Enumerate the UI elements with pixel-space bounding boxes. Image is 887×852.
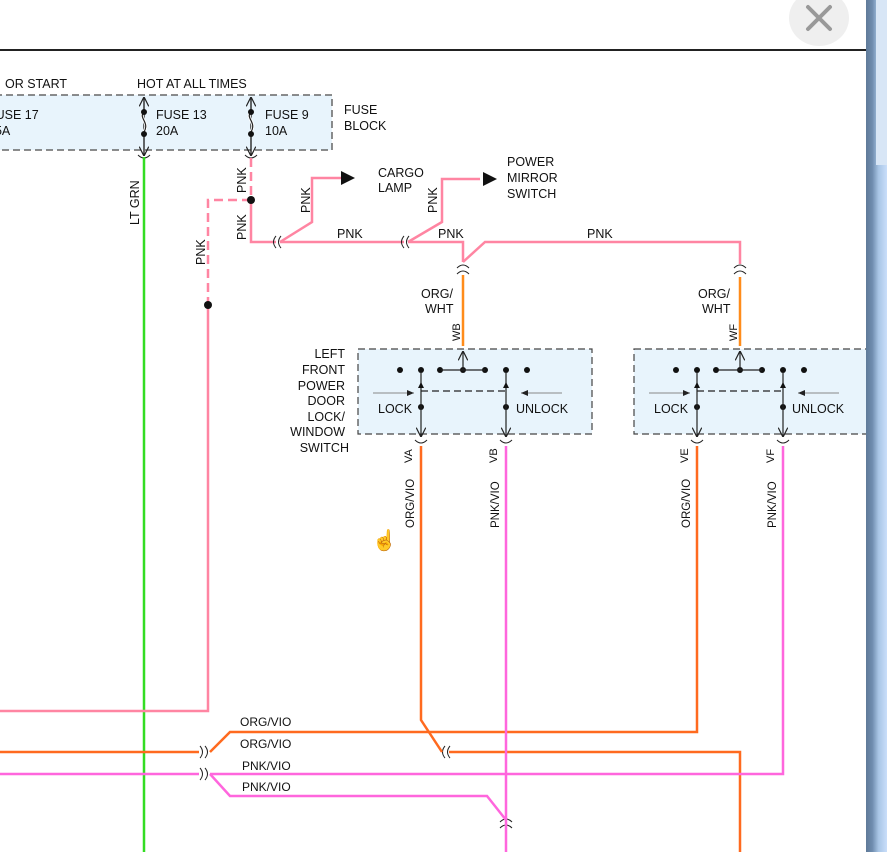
cargo-lamp-label: LAMP [378,181,412,195]
fuse-9-label: FUSE 9 [265,108,309,122]
pnk-vio-label: PNK/VIO [490,481,502,528]
pnk-label: PNK [194,239,208,265]
fuse-block-label: BLOCK [344,119,387,133]
cargo-lamp-label: CARGO [378,166,424,180]
connector-icon [137,154,258,159]
pnk-vio-label: PNK/VIO [242,759,291,773]
pin-label: WF [728,324,740,341]
org-wht-label: WHT [702,302,731,316]
fuse-block-label: FUSE [344,103,377,117]
pnk-vio-label: PNK/VIO [242,780,291,794]
fuse-13-rating: 20A [156,124,179,138]
pnk-label: PNK [438,227,464,241]
pnk-label: PNK [337,227,363,241]
pin-label: VE [679,448,691,463]
org-vio-label: ORG/VIO [240,715,291,729]
pnk-label: PNK [587,227,613,241]
close-icon [806,5,832,31]
hot-at-all-times-label: HOT AT ALL TIMES [137,77,247,91]
right-front-switch: LOCK UNLOCK [633,348,866,436]
pnk-label: PNK [426,187,440,213]
org-wht-label: ORG/ [421,287,453,301]
switch-name: DOOR [308,394,346,408]
org-wht-label: WHT [425,302,454,316]
pnk-label: PNK [299,187,313,213]
mirror-switch-label: POWER [507,155,554,169]
pnk-label: PNK [235,214,249,240]
mirror-switch-label: SWITCH [507,187,556,201]
fuse-9-rating: 10A [265,124,288,138]
left-front-switch: LOCK UNLOCK LEFT FRONT POWER DOOR LOCK/ … [290,347,593,455]
fuse-13-label: FUSE 13 [156,108,207,122]
cargo-lamp-arrow-icon [341,171,355,185]
org-vio-label: ORG/VIO [240,737,291,751]
pin-label: VF [765,449,777,463]
lock-label: LOCK [654,402,689,416]
header-divider [0,49,866,51]
scrollbar-thumb[interactable] [876,0,887,165]
switch-name: POWER [298,379,345,393]
pin-label: VA [403,448,415,463]
pin-label: VB [488,448,500,463]
lock-label: LOCK [378,402,413,416]
unlock-label: UNLOCK [516,402,569,416]
fuse-17-rating: 15A [0,124,11,138]
mirror-switch-arrow-icon [483,172,497,186]
switch-name: WINDOW [290,425,345,439]
switch-name: LEFT [314,347,345,361]
pnk-vio-wire [0,446,785,852]
org-wht-wire [461,275,742,346]
lt-grn-label: LT GRN [128,180,142,225]
pnk-vio-label: PNK/VIO [767,481,779,528]
mirror-switch-label: MIRROR [507,171,558,185]
org-wht-label: ORG/ [698,287,730,301]
wiring-diagram: OR START HOT AT ALL TIMES FUSE BLOCK FUS… [0,77,866,852]
fuse-block: OR START HOT AT ALL TIMES FUSE BLOCK FUS… [0,77,387,155]
org-vio-label: ORG/VIO [405,479,417,528]
org-vio-wire [0,446,742,852]
pin-label: WB [451,323,463,341]
pnk-label: PNK [235,167,249,193]
ignition-label: OR START [5,77,67,91]
org-vio-label: ORG/VIO [681,479,693,528]
switch-name: FRONT [302,363,345,377]
fuse-17-label: FUSE 17 [0,108,39,122]
unlock-label: UNLOCK [792,402,845,416]
switch-name: LOCK/ [307,410,345,424]
hand-cursor-icon: ☝ [372,530,397,552]
switch-name: SWITCH [300,441,349,455]
